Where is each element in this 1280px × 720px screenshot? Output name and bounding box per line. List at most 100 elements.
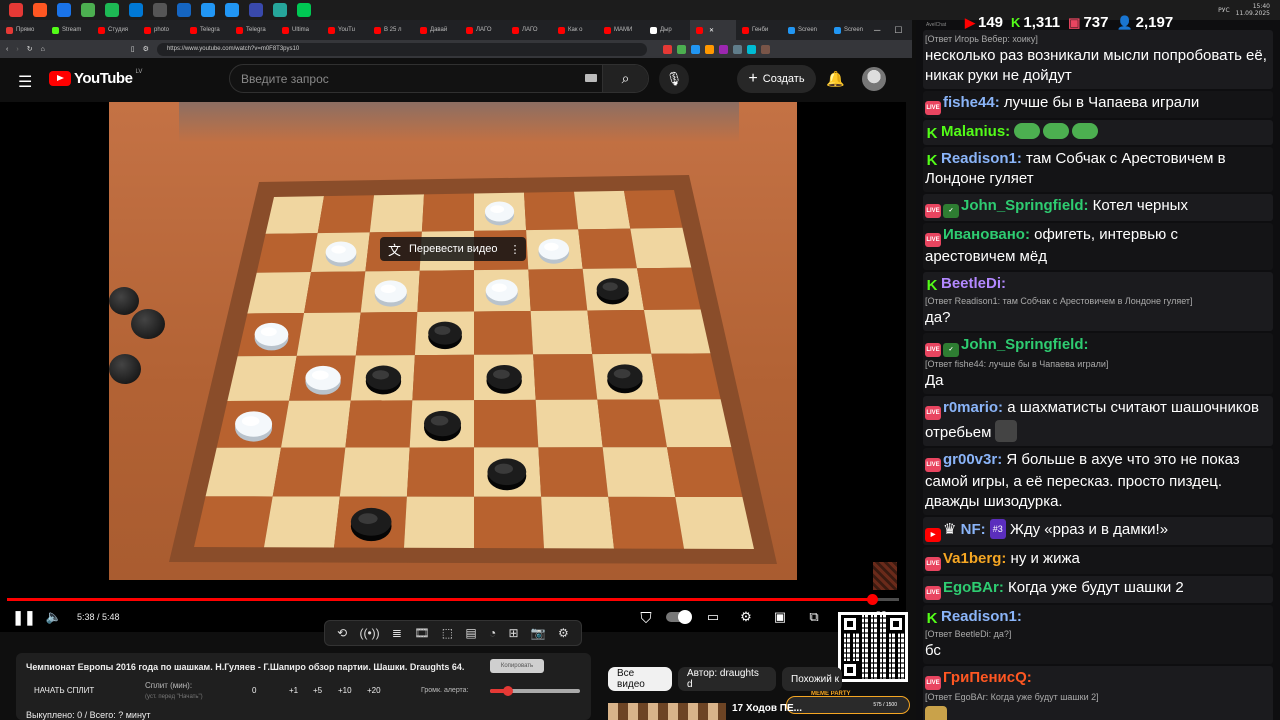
bookmark-icon[interactable]: ▯ [131, 45, 135, 53]
extension-icon[interactable] [704, 44, 714, 54]
browser-tab[interactable]: Студия [92, 20, 138, 40]
chip-similar[interactable]: Похожий к [782, 667, 842, 691]
add-icon[interactable]: ⊞ [508, 626, 518, 640]
browser-tab[interactable]: Telegra [230, 20, 276, 40]
maximize-icon[interactable]: ☐ [894, 25, 902, 36]
browser-tab[interactable]: МАМИ [598, 20, 644, 40]
gear-icon[interactable]: ⚙ [558, 626, 569, 640]
start-split-button[interactable]: НАЧАТЬ СПЛИТ [34, 686, 94, 695]
loop-icon[interactable]: ⟲ [337, 626, 347, 640]
browser-tab[interactable]: Stream [46, 20, 92, 40]
chat-message[interactable]: LIVE fishe44: лучше бы в Чапаева играли [923, 91, 1273, 118]
alert-volume-knob[interactable] [503, 686, 513, 696]
progress-bar[interactable] [7, 594, 899, 605]
plus10-button[interactable]: +10 [338, 686, 352, 695]
chat-message[interactable]: K Readison1: там Собчак с Арестовичем в Л… [923, 147, 1273, 192]
pip-button[interactable]: ⧉ [805, 609, 823, 625]
browser-tab[interactable]: Давай [414, 20, 460, 40]
browser-tab[interactable]: ЛАГО [460, 20, 506, 40]
chat-username[interactable]: BeetleDi: [941, 275, 1006, 292]
extension-icon[interactable] [732, 44, 742, 54]
plus1-button[interactable]: +1 [289, 686, 298, 695]
minimize-icon[interactable]: ─ [874, 25, 880, 36]
browser-tab[interactable]: photo [138, 20, 184, 40]
chat-message[interactable]: LIVE EgoBAr: Когда уже будут шашки 2 [923, 576, 1273, 603]
back-icon[interactable]: ‹ [6, 46, 8, 53]
chat-message[interactable]: LIVE Ивановано: офигеть, интервью с арест… [923, 223, 1273, 270]
subtitles-button[interactable]: ▭ [704, 609, 722, 625]
taskbar-app-icon[interactable] [177, 3, 191, 17]
chat-username[interactable]: gr00v3r: [943, 451, 1002, 468]
reload-icon[interactable]: ↻ [27, 45, 33, 53]
extension-icon[interactable] [690, 44, 700, 54]
browser-tab[interactable]: ЛАГО [506, 20, 552, 40]
more-vert-icon[interactable]: ⋮ [510, 243, 521, 256]
taskbar-app-icon[interactable] [201, 3, 215, 17]
browser-tab[interactable]: YouTu [322, 20, 368, 40]
menu-icon[interactable]: ☰ [18, 72, 32, 92]
plus5-button[interactable]: +5 [313, 686, 322, 695]
site-info-icon[interactable]: ⚙ [143, 45, 149, 53]
browser-tab[interactable]: Как о [552, 20, 598, 40]
extension-icon[interactable] [662, 44, 672, 54]
copy-button[interactable]: Копировать [490, 659, 544, 673]
chat-message[interactable]: LIVE ГриПенисQ: [Ответ EgoBAr: Когда уже … [923, 666, 1273, 720]
create-button[interactable]: + Создать [737, 65, 816, 93]
shield-button[interactable]: ⛉ [636, 609, 656, 627]
taskbar-app-icon[interactable] [273, 3, 287, 17]
tab-close-icon[interactable]: ✕ [709, 27, 714, 34]
url-field[interactable]: https://www.youtube.com/watch?v=m0F8T3py… [156, 42, 647, 56]
chat-username[interactable]: ГриПенисQ: [943, 669, 1032, 686]
chat-username[interactable]: Readison1: [941, 150, 1022, 167]
taskbar-app-icon[interactable] [225, 3, 239, 17]
taskbar-app-icon[interactable] [249, 3, 263, 17]
pause-button[interactable]: ❚❚ [12, 609, 35, 625]
home-icon[interactable]: ⌂ [41, 46, 45, 53]
chat-username[interactable]: John_Springfield: [961, 336, 1089, 353]
user-avatar[interactable] [862, 67, 886, 91]
browser-tab[interactable]: Генби [736, 20, 782, 40]
filmstrip-icon[interactable]: ▤ [465, 626, 476, 640]
chat-message[interactable]: K BeetleDi: [Ответ Readison1: там Собчак … [923, 272, 1273, 331]
plus20-button[interactable]: +20 [367, 686, 381, 695]
chat-username[interactable]: r0mario: [943, 399, 1003, 416]
taskbar-app-icon[interactable] [153, 3, 167, 17]
chat-message[interactable]: ▶ ♛ NF: #3 Жду «рраз и в дамки!» [923, 517, 1273, 545]
extension-icon[interactable] [760, 44, 770, 54]
chat-username[interactable]: Ивановано: [943, 226, 1030, 243]
browser-tab[interactable]: Прямо [0, 20, 46, 40]
browser-tab[interactable]: Дыр [644, 20, 690, 40]
film-icon[interactable]: 🎞 [414, 626, 429, 640]
chat-message[interactable]: LIVE r0mario: а шахматисты считают шашочн… [923, 396, 1273, 446]
chat-username[interactable]: Malanius: [941, 123, 1010, 140]
browser-tab[interactable]: Ultima [276, 20, 322, 40]
video-frame[interactable] [109, 102, 797, 580]
browser-tab[interactable]: Screen [782, 20, 828, 40]
taskbar-app-icon[interactable] [105, 3, 119, 17]
chip-all-videos[interactable]: Все видео [608, 667, 672, 691]
keyboard-icon[interactable] [585, 74, 597, 82]
chat-username[interactable]: Va1berg: [943, 550, 1006, 567]
chat-message[interactable]: K Readison1: [Ответ BeetleDi: да?] бс [923, 605, 1273, 664]
chat-message[interactable]: LIVE ✓ John_Springfield: [Ответ fishe44: л… [923, 333, 1273, 394]
search-button[interactable]: ⌕ [602, 65, 648, 92]
alert-volume-slider[interactable] [490, 686, 580, 696]
recommendation-item[interactable]: 17 Ходов ПЕ... [608, 703, 908, 720]
broadcast-icon[interactable]: ((•)) [359, 626, 379, 640]
extension-icon[interactable] [746, 44, 756, 54]
taskbar-app-icon[interactable] [81, 3, 95, 17]
youtube-logo[interactable]: YouTube LV [49, 69, 142, 87]
browser-tab[interactable]: В 25 л [368, 20, 414, 40]
chat-message[interactable]: LIVE ✓ John_Springfield: Котел черных [923, 194, 1273, 221]
chat-username[interactable]: John_Springfield: [961, 197, 1089, 214]
browser-tab[interactable]: Screen [828, 20, 874, 40]
forward-icon[interactable]: › [16, 46, 18, 53]
chat-username[interactable]: NF: [961, 521, 986, 538]
chat-username[interactable]: Readison1: [941, 608, 1022, 625]
extension-icon[interactable] [676, 44, 686, 54]
language-indicator[interactable]: РУС [1218, 7, 1229, 14]
browser-tab[interactable]: ✕ [690, 20, 736, 40]
chat-username[interactable]: fishe44: [943, 94, 1000, 111]
search-input[interactable] [230, 71, 570, 86]
chat-message[interactable]: K Malanius: [923, 120, 1273, 145]
